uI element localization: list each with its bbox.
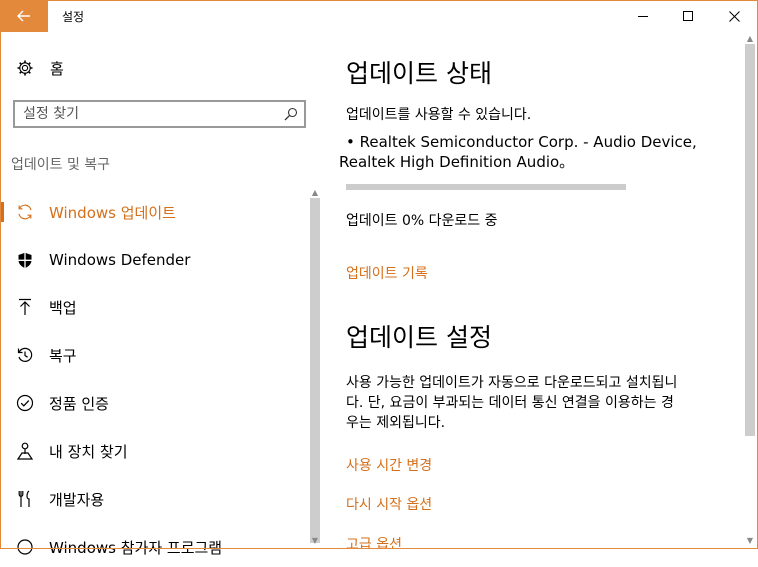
back-button[interactable] xyxy=(0,0,48,32)
sidebar-scrollbar-thumb[interactable] xyxy=(310,198,320,543)
update-settings-desc-line-1: 사용 가능한 업데이트가 자동으로 다운로드되고 설치됩니 xyxy=(346,375,678,391)
update-status-heading: 업데이트 상태 xyxy=(346,59,492,88)
sync-icon xyxy=(16,203,34,221)
scroll-down-arrow-icon[interactable]: ▼ xyxy=(311,537,319,545)
update-settings-heading: 업데이트 설정 xyxy=(346,323,492,352)
section-label: 업데이트 및 복구 xyxy=(11,157,111,173)
close-button[interactable] xyxy=(711,0,757,32)
search-input[interactable] xyxy=(23,104,273,124)
scroll-up-arrow-icon[interactable]: ▲ xyxy=(311,189,319,197)
sidebar-item-find-my-device[interactable]: 내 장치 찾기 xyxy=(0,431,308,471)
sidebar: 홈 업데이트 및 복구 Windows 업데이트 Windows Defende… xyxy=(0,32,322,557)
window-title: 설정 xyxy=(62,10,85,24)
sidebar-item-insider-program[interactable]: Windows 참가자 프로그램 xyxy=(0,527,308,567)
recovery-history-icon xyxy=(16,346,34,364)
backup-arrow-up-icon xyxy=(16,298,34,316)
maximize-button[interactable] xyxy=(665,0,711,32)
main-content: 업데이트 상태 업데이트를 사용할 수 있습니다. • Realtek Semi… xyxy=(322,32,742,549)
home-label: 홈 xyxy=(50,59,64,78)
close-icon xyxy=(728,10,740,22)
search-icon[interactable] xyxy=(284,107,298,121)
update-item-line-2: Realtek High Definition Audio。 xyxy=(339,153,575,171)
update-status-text: 업데이트를 사용할 수 있습니다. xyxy=(346,107,532,123)
insider-icon xyxy=(16,538,34,556)
maximize-icon xyxy=(683,11,693,21)
main-scrollbar-thumb[interactable] xyxy=(745,44,755,436)
sidebar-item-home[interactable]: 홈 xyxy=(16,56,64,80)
minimize-icon xyxy=(638,16,648,17)
update-history-link[interactable]: 업데이트 기록 xyxy=(346,263,428,283)
sidebar-item-label: Windows 업데이트 xyxy=(49,203,176,222)
shield-icon xyxy=(16,251,34,269)
arrow-left-icon xyxy=(17,10,30,22)
sidebar-item-backup[interactable]: 백업 xyxy=(0,287,308,327)
sidebar-item-label: 복구 xyxy=(49,346,77,365)
sidebar-item-label: 내 장치 찾기 xyxy=(49,442,128,461)
restart-options-link[interactable]: 다시 시작 옵션 xyxy=(346,494,432,514)
person-location-icon xyxy=(16,442,34,460)
advanced-options-link[interactable]: 고급 옵션 xyxy=(346,534,402,549)
sidebar-item-windows-defender[interactable]: Windows Defender xyxy=(0,240,308,280)
main-scroll-down-arrow-icon[interactable]: ▼ xyxy=(746,537,754,545)
sidebar-item-windows-update[interactable]: Windows 업데이트 xyxy=(0,192,308,232)
minimize-button[interactable] xyxy=(620,0,666,32)
sidebar-item-label: Windows 참가자 프로그램 xyxy=(49,538,223,557)
sidebar-item-activation[interactable]: 정품 인증 xyxy=(0,383,308,423)
update-item-line-1: • Realtek Semiconductor Corp. - Audio De… xyxy=(346,133,697,151)
search-box[interactable] xyxy=(13,100,306,128)
sidebar-item-developers[interactable]: 개발자용 xyxy=(0,479,308,519)
check-circle-icon xyxy=(16,394,34,412)
update-settings-desc-line-2: 다. 단, 요금이 부과되는 데이터 통신 연결을 이용하는 경 xyxy=(346,395,674,411)
sidebar-item-label: 개발자용 xyxy=(49,490,105,509)
main-scroll-up-arrow-icon[interactable]: ▲ xyxy=(746,35,754,43)
developer-tools-icon xyxy=(16,490,34,508)
download-status-text: 업데이트 0% 다운로드 중 xyxy=(346,213,498,229)
sidebar-item-label: Windows Defender xyxy=(49,251,191,269)
change-active-hours-link[interactable]: 사용 시간 변경 xyxy=(346,455,432,475)
update-settings-desc-line-3: 우는 제외됩니다. xyxy=(346,415,446,431)
title-bar: 설정 xyxy=(0,0,758,32)
gear-icon xyxy=(17,60,33,76)
sidebar-item-label: 정품 인증 xyxy=(49,394,109,413)
sidebar-item-label: 백업 xyxy=(49,298,77,317)
download-progress-bar xyxy=(346,184,626,190)
sidebar-item-recovery[interactable]: 복구 xyxy=(0,335,308,375)
